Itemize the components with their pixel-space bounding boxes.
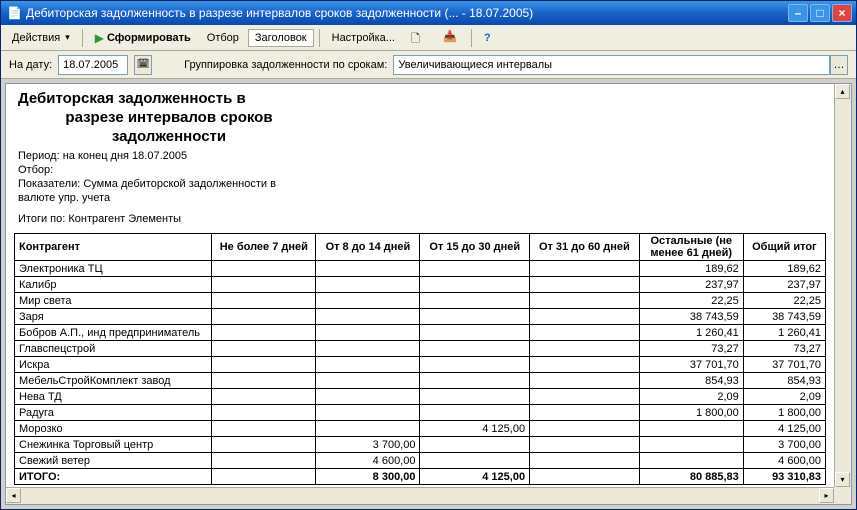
table-row[interactable]: Мир света22,2522,25 (15, 293, 826, 309)
actions-menu[interactable]: Действия (5, 29, 77, 47)
vertical-scrollbar[interactable]: ▴ ▾ (834, 84, 851, 487)
table-row[interactable]: Электроника ТЦ189,62189,62 (15, 261, 826, 277)
col-contragent: Контрагент (15, 234, 212, 261)
table-row[interactable]: Бобров А.П., инд предприниматель1 260,41… (15, 325, 826, 341)
calendar-icon: 🗓 (137, 59, 150, 70)
col-c2: От 8 до 14 дней (316, 234, 420, 261)
window-title: Дебиторская задолженность в разрезе инте… (26, 6, 786, 20)
maximize-button[interactable]: □ (810, 4, 830, 22)
report-viewport[interactable]: Дебиторская задолженность в разрезе инте… (6, 84, 834, 487)
save-icon: 📥 (443, 30, 459, 46)
filter-button[interactable]: Отбор (200, 29, 246, 47)
col-c5: Остальные (не менее 61 дней) (639, 234, 743, 261)
restore-icon: 🗋 (411, 30, 427, 46)
close-button[interactable]: × (832, 4, 852, 22)
date-label: На дату: (9, 59, 52, 71)
help-icon: ? (484, 32, 491, 44)
filter-line: Отбор: (18, 164, 822, 178)
table-row[interactable]: МебельСтройКомплект завод854,93854,93 (15, 373, 826, 389)
horizontal-scrollbar[interactable]: ◂ ▸ (6, 487, 834, 504)
separator (471, 29, 472, 47)
col-c6: Общий итог (743, 234, 825, 261)
col-c3: От 15 до 30 дней (420, 234, 530, 261)
table-row[interactable]: Калибр237,97237,97 (15, 277, 826, 293)
help-button[interactable]: ? (477, 29, 498, 47)
separator (82, 29, 83, 47)
scroll-down-button[interactable]: ▾ (835, 472, 850, 487)
scrollbar-corner (834, 487, 851, 504)
report-meta: Период: на конец дня 18.07.2005 Отбор: П… (14, 148, 826, 229)
form-button[interactable]: ▶ Сформировать (88, 28, 198, 48)
group-input[interactable] (393, 55, 830, 75)
header-button[interactable]: Заголовок (248, 29, 314, 47)
totals-by-line: Итоги по: Контрагент Элементы (18, 213, 822, 227)
app-window: 📄 Дебиторская задолженность в разрезе ин… (0, 0, 857, 510)
scroll-right-button[interactable]: ▸ (819, 488, 834, 503)
col-c1: Не более 7 дней (212, 234, 316, 261)
group-field: … (393, 55, 848, 75)
report-table: Контрагент Не более 7 дней От 8 до 14 дн… (14, 233, 826, 485)
table-row[interactable]: Заря38 743,5938 743,59 (15, 309, 826, 325)
col-c4: От 31 до 60 дней (530, 234, 640, 261)
minimize-button[interactable]: – (788, 4, 808, 22)
table-row[interactable]: Главспецстрой73,2773,27 (15, 341, 826, 357)
period-line: Период: на конец дня 18.07.2005 (18, 150, 822, 164)
table-row[interactable]: Нева ТД2,092,09 (15, 389, 826, 405)
indicators-l2: валюте упр. учета (18, 192, 822, 206)
separator (319, 29, 320, 47)
group-ellipsis-button[interactable]: … (830, 55, 848, 75)
group-label: Группировка задолженности по срокам: (184, 59, 387, 71)
table-row[interactable]: Свежий ветер4 600,004 600,00 (15, 453, 826, 469)
header-row: Контрагент Не более 7 дней От 8 до 14 дн… (15, 234, 826, 261)
table-row[interactable]: Снежинка Торговый центр3 700,003 700,00 (15, 437, 826, 453)
tool-icon-2[interactable]: 📥 (436, 27, 466, 49)
date-input[interactable] (58, 55, 128, 75)
table-row[interactable]: Искра37 701,7037 701,70 (15, 357, 826, 373)
total-row: ИТОГО:8 300,004 125,0080 885,8393 310,83 (15, 469, 826, 485)
toolbar: Действия ▶ Сформировать Отбор Заголовок … (1, 25, 856, 51)
indicators-l1: Показатели: Сумма дебиторской задолженно… (18, 178, 822, 192)
play-icon: ▶ (95, 31, 104, 45)
tool-icon-1[interactable]: 🗋 (404, 27, 434, 49)
table-row[interactable]: Морозко4 125,004 125,00 (15, 421, 826, 437)
calendar-button[interactable]: 🗓 (134, 55, 152, 75)
parameter-row: На дату: 🗓 Группировка задолженности по … (1, 51, 856, 79)
report-title: Дебиторская задолженность в разрезе инте… (14, 88, 324, 148)
settings-button[interactable]: Настройка... (325, 29, 402, 47)
titlebar: 📄 Дебиторская задолженность в разрезе ин… (1, 1, 856, 25)
report-area: Дебиторская задолженность в разрезе инте… (5, 83, 852, 505)
table-row[interactable]: Радуга1 800,001 800,00 (15, 405, 826, 421)
scroll-left-button[interactable]: ◂ (6, 488, 21, 503)
app-icon: 📄 (7, 6, 22, 20)
scroll-up-button[interactable]: ▴ (835, 84, 850, 99)
